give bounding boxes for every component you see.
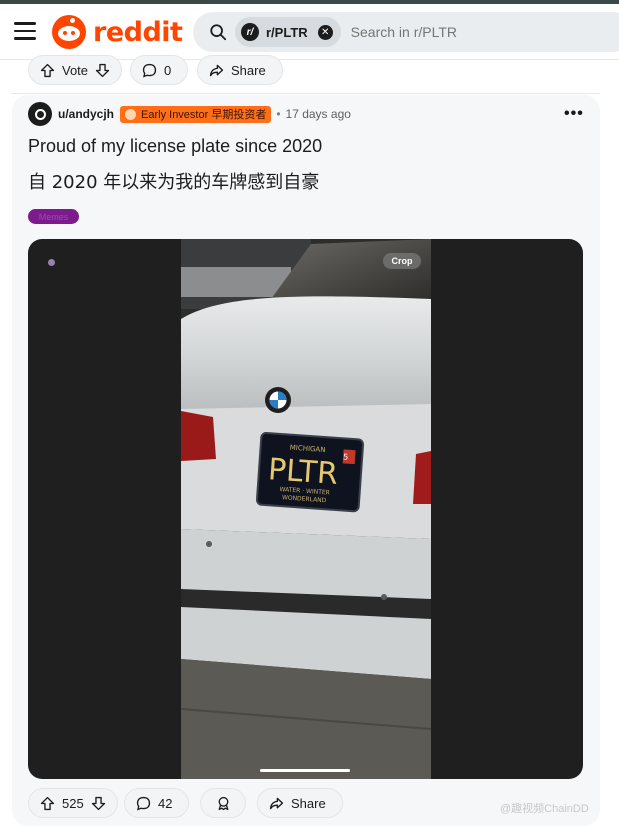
post-comments-button[interactable]: 42 [124, 788, 190, 818]
media-indicator-dot [48, 259, 55, 266]
post-comment-count: 42 [158, 795, 173, 811]
subreddit-filter-chip[interactable]: r/ r/PLTR ✕ [235, 17, 341, 47]
more-options-icon[interactable]: ••• [564, 105, 584, 123]
comment-icon [142, 63, 157, 78]
post-time: 17 days ago [285, 107, 351, 121]
comment-count: 0 [164, 62, 172, 78]
home-indicator-bar [260, 769, 350, 772]
award-button[interactable] [200, 788, 246, 818]
reddit-snoo-icon [52, 15, 86, 49]
post-flair-tag[interactable]: Memes [28, 209, 79, 224]
post-title[interactable]: Proud of my license plate since 2020 [28, 136, 322, 157]
post-title-translation: 自 2020 年以来为我的车牌感到自豪 [28, 172, 320, 193]
top-header: reddit r/ r/PLTR ✕ [0, 4, 619, 60]
upvote-icon[interactable] [39, 62, 56, 79]
brand-name: reddit [93, 16, 183, 48]
user-flair: Early Investor 早期投资者 [120, 105, 272, 123]
vote-control[interactable]: Vote [28, 55, 123, 85]
post-media[interactable]: MICHIGAN PLTR 5 WATER · WINTER WONDERLAN… [28, 239, 583, 779]
reddit-logo[interactable]: reddit [52, 15, 183, 49]
crop-badge[interactable]: Crop [383, 253, 421, 269]
subreddit-chip-label: r/PLTR [266, 24, 308, 40]
post-vote-control[interactable]: 525 [28, 788, 118, 818]
share-icon [269, 797, 284, 809]
vote-label: Vote [62, 62, 89, 78]
downvote-icon[interactable] [90, 795, 107, 812]
award-icon [218, 796, 228, 810]
user-flair-text: Early Investor 早期投资者 [141, 109, 267, 121]
post-share-label: Share [291, 795, 326, 811]
share-icon [209, 64, 224, 76]
search-input[interactable] [350, 24, 551, 40]
investor-emoji-icon [125, 108, 137, 120]
vote-count: 525 [62, 795, 84, 811]
menu-icon[interactable] [14, 22, 36, 42]
avatar[interactable] [28, 102, 52, 126]
comments-button[interactable]: 0 [130, 55, 189, 85]
search-icon [210, 24, 227, 41]
plate-number: PLTR [267, 452, 339, 492]
post-meta: u/andycjh Early Investor 早期投资者 • 17 days… [28, 102, 351, 126]
share-button[interactable]: Share [197, 55, 283, 85]
post-divider [12, 93, 600, 94]
comment-icon [136, 796, 151, 811]
plate-sticker-number: 5 [343, 452, 349, 461]
search-bar[interactable]: r/ r/PLTR ✕ [193, 12, 619, 52]
close-icon[interactable]: ✕ [317, 24, 333, 40]
upvote-icon[interactable] [39, 795, 56, 812]
downvote-icon[interactable] [94, 62, 111, 79]
watermark: @趣视频ChainDD [500, 803, 589, 815]
separator-dot: • [276, 107, 281, 121]
post-share-button[interactable]: Share [257, 788, 343, 818]
subreddit-icon: r/ [241, 23, 259, 41]
post-author[interactable]: u/andycjh [58, 107, 114, 121]
car-photo: MICHIGAN PLTR 5 WATER · WINTER WONDERLAN… [181, 239, 431, 779]
share-label: Share [231, 62, 266, 78]
